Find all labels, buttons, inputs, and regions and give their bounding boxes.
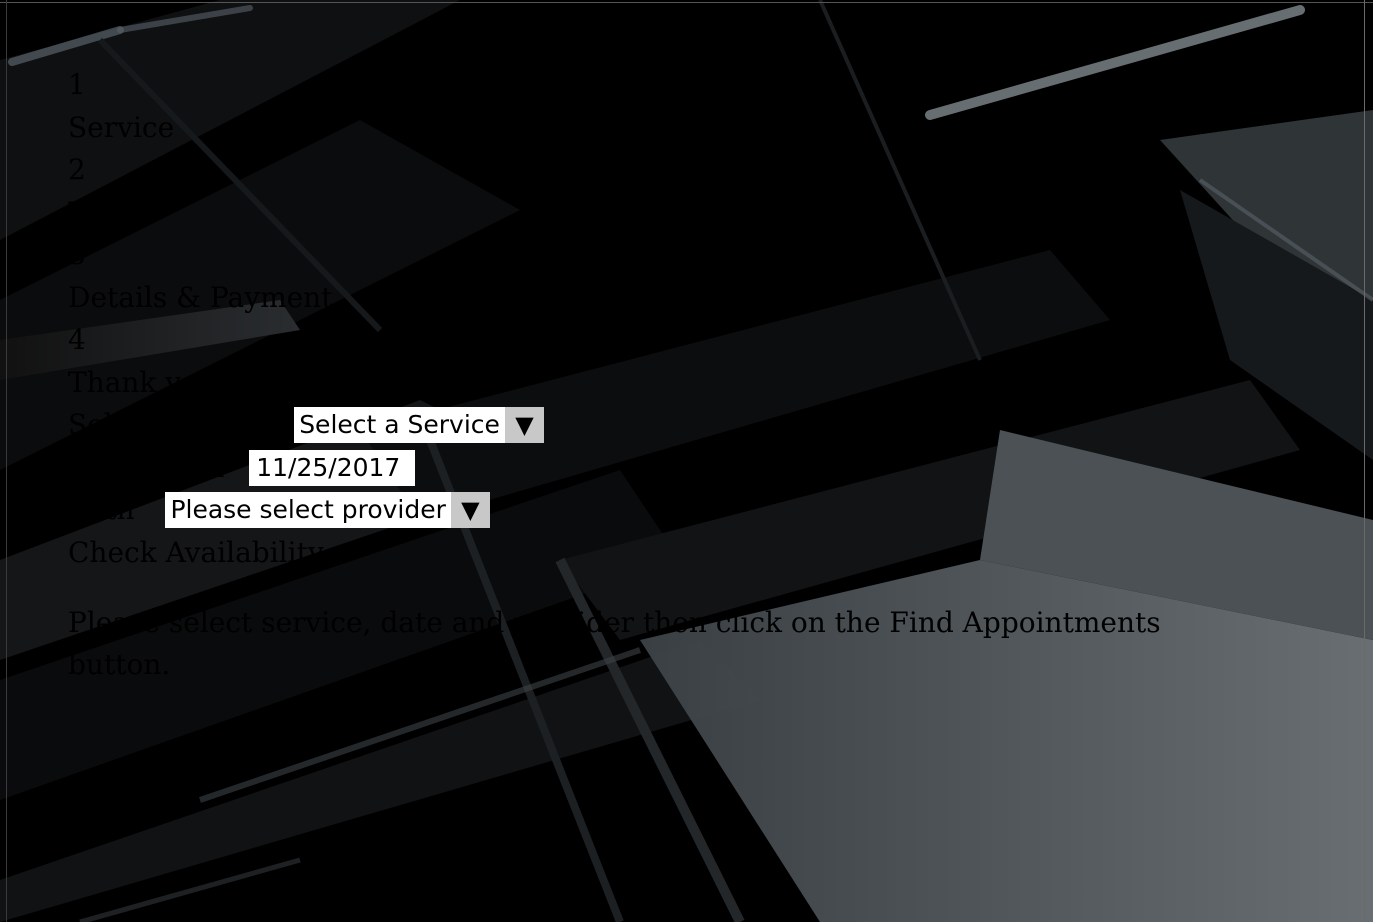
date-input[interactable]: 11/25/2017 [249, 449, 416, 486]
step-number: 1 [68, 68, 86, 101]
check-availability-button[interactable]: Check Availability [68, 532, 1268, 575]
frame-border-top [0, 2, 1373, 3]
step-list: 1 Service 2 Time 3 Details & Payment 4 T… [68, 64, 1268, 404]
step-label-details-payment[interactable]: Details & Payment [68, 277, 1268, 320]
date-label: On or After [68, 450, 229, 484]
service-select-value: Select a Service [299, 410, 500, 439]
chevron-down-icon[interactable]: ▼ [504, 407, 544, 443]
provider-row: With Please select provider ▼ [68, 489, 1268, 532]
service-label: Select Service [68, 408, 272, 441]
step-number: 4 [68, 323, 86, 356]
service-row: Select Service Select a Service ▼ [68, 404, 1268, 447]
provider-label: With [68, 493, 135, 526]
step-number: 2 [68, 153, 86, 186]
booking-page: 1 Service 2 Time 3 Details & Payment 4 T… [0, 0, 1373, 922]
step-label-time[interactable]: Time [68, 192, 1268, 235]
step-number: 3 [68, 238, 86, 271]
date-row: On or After 11/25/2017 [68, 447, 1268, 490]
provider-select[interactable]: Please select provider ▼ [165, 492, 490, 528]
frame-border-left [6, 0, 7, 922]
provider-select-value: Please select provider [170, 495, 446, 524]
frame-border-right [1364, 0, 1365, 922]
instruction-message: Please select service, date and provider… [68, 606, 1161, 681]
chevron-down-icon[interactable]: ▼ [450, 492, 490, 528]
booking-form: 1 Service 2 Time 3 Details & Payment 4 T… [68, 64, 1268, 686]
step-label-service[interactable]: Service [68, 107, 1268, 150]
step-label-thank-you[interactable]: Thank you [68, 362, 1268, 405]
service-select[interactable]: Select a Service ▼ [294, 407, 544, 443]
